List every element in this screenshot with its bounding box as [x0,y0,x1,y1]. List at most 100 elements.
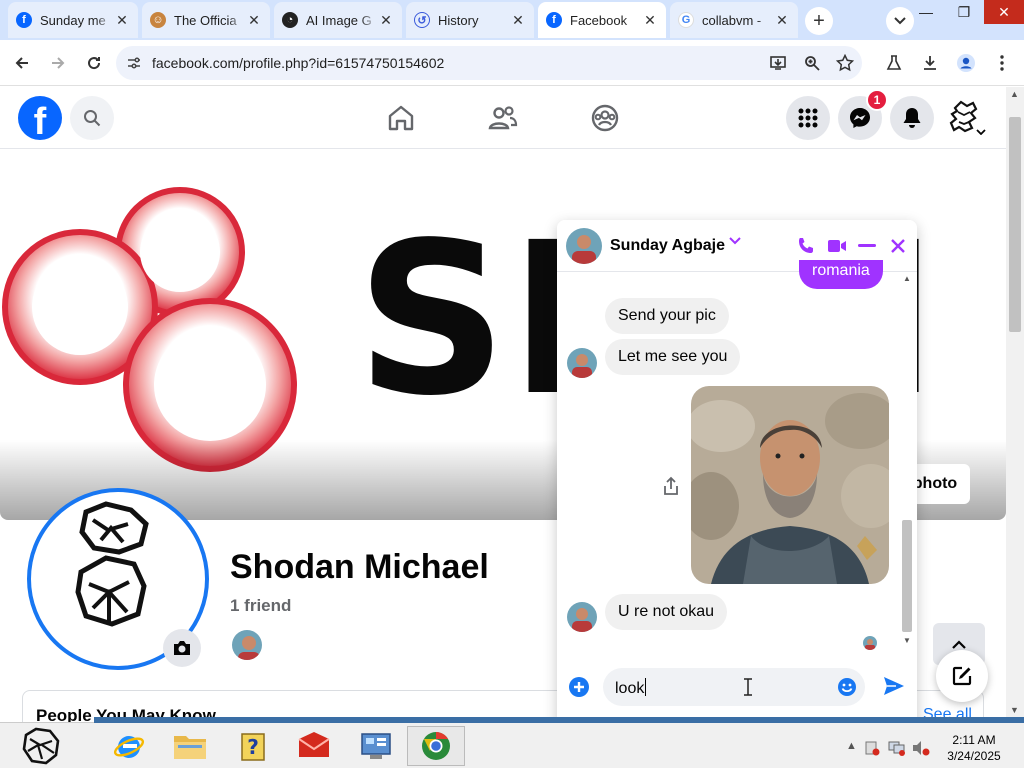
chat-contact-avatar[interactable] [566,228,602,264]
browser-menu-icon[interactable] [990,51,1014,75]
new-message-button[interactable] [936,650,988,702]
svg-text:?: ? [247,735,259,759]
tray-network-icon[interactable] [888,740,906,759]
cat-icon: ☺ [150,12,166,28]
zoom-icon[interactable] [804,55,820,71]
account-avatar-button[interactable] [943,96,987,140]
cover-logo-rings [2,187,297,472]
chat-contact-name[interactable]: Sunday Agbaje [610,237,725,255]
close-icon[interactable]: ✕ [642,12,658,29]
ai-image-icon: ◔ [282,12,298,28]
close-icon[interactable]: ✕ [246,12,262,29]
browser-tab-strip: f Sunday me ✕ ☺ The Officia ✕ ◔ AI Image… [0,0,1024,40]
scroll-down-arrow-icon[interactable]: ▼ [1010,705,1019,715]
scrollbar-thumb[interactable] [1009,117,1021,332]
browser-tab[interactable]: ◔ AI Image G ✕ [274,2,402,38]
clock-time: 2:11 AM [952,733,996,747]
new-tab-button[interactable]: + [805,7,833,35]
friends-count[interactable]: 1 friend [230,596,291,616]
notifications-button[interactable] [890,96,934,140]
system-clock[interactable]: 2:11 AM 3/24/2025 [942,732,1006,764]
browser-tab[interactable]: ↺ History ✕ [406,2,534,38]
tab-title: collabvm - [702,12,762,28]
new-tab-label: + [813,9,825,32]
send-icon[interactable] [883,676,905,696]
chat-composer: look [557,660,917,725]
tab-title: Facebook [570,12,628,28]
taskbar-chrome-active[interactable] [407,726,465,766]
taskbar-red-app[interactable] [285,726,343,766]
close-icon[interactable]: ✕ [774,12,790,29]
update-profile-picture-button[interactable] [163,629,201,667]
control-panel-icon [361,733,391,759]
facebook-icon: f [546,12,562,28]
reload-icon[interactable] [82,51,106,75]
messenger-unread-badge: 1 [866,89,888,111]
portrait-photo [691,386,889,584]
close-window-button[interactable]: ✕ [984,0,1024,24]
text-caret [645,678,647,696]
chevron-down-icon[interactable] [729,237,741,245]
close-icon[interactable]: ✕ [114,12,130,29]
voice-call-button[interactable] [794,234,818,258]
bookmark-star-icon[interactable] [836,54,854,72]
emoji-icon[interactable] [837,677,857,697]
chat-image-attachment[interactable] [691,386,889,584]
back-icon[interactable] [10,51,34,75]
friends-icon[interactable] [487,102,519,134]
site-info-icon[interactable] [126,55,142,71]
taskbar-control-panel[interactable] [347,726,405,766]
tray-security-icon[interactable] [864,740,880,759]
scroll-up-arrow-icon[interactable]: ▲ [903,274,911,283]
home-icon[interactable] [385,102,417,134]
page-scrollbar[interactable]: ▲ ▼ [1006,87,1024,720]
groups-icon[interactable] [589,102,621,134]
download-icon[interactable] [918,51,942,75]
plus-circle-icon[interactable] [568,676,590,698]
taskbar-internet-explorer[interactable] [100,726,158,766]
close-icon [891,239,905,253]
tab-title: Sunday me [40,12,106,28]
taskbar-file-explorer[interactable] [161,726,219,766]
tray-volume-icon[interactable] [912,740,930,759]
history-icon: ↺ [414,12,430,28]
chat-scrollbar[interactable]: ▲ ▼ [900,272,914,650]
video-call-button[interactable] [825,234,849,258]
close-icon[interactable]: ✕ [510,12,526,29]
chat-scrollbar-thumb[interactable] [902,520,912,632]
bell-icon [903,108,921,128]
facebook-search-button[interactable] [70,96,114,140]
menu-grid-button[interactable] [786,96,830,140]
profile-account-icon[interactable] [954,51,978,75]
browser-tab[interactable]: G collabvm - ✕ [670,2,798,38]
minimize-icon [858,244,876,247]
tab-title: History [438,12,479,28]
browser-tab-active[interactable]: f Facebook ✕ [538,2,666,38]
browser-tab[interactable]: f Sunday me ✕ [8,2,138,38]
message-input[interactable]: look [603,668,865,706]
taskbar-help-app[interactable]: ? [224,726,282,766]
start-button[interactable] [18,725,66,767]
close-chat-button[interactable] [886,234,910,258]
browser-tab[interactable]: ☺ The Officia ✕ [142,2,270,38]
phone-icon [799,238,813,253]
chevron-down-icon [976,129,986,135]
facebook-icon: f [16,12,32,28]
grid-menu-icon [798,108,818,128]
minimize-chat-button[interactable] [855,234,879,258]
scroll-down-arrow-icon[interactable]: ▼ [903,636,911,645]
tray-expand-icon[interactable]: ▲ [846,740,857,752]
facebook-logo-icon[interactable]: f [18,96,62,140]
share-icon[interactable] [661,476,681,496]
install-app-icon[interactable] [770,55,788,71]
friend-avatar[interactable] [230,628,264,662]
address-bar[interactable]: facebook.com/profile.php?id=615747501546… [116,46,862,80]
forward-icon[interactable] [46,51,70,75]
minimize-window-button[interactable]: — [906,0,946,24]
message-input-text: look [615,680,645,697]
close-icon[interactable]: ✕ [378,12,394,29]
restore-window-button[interactable]: ❐ [944,0,984,24]
browser-globe-icon [422,732,450,760]
labs-flask-icon[interactable] [882,51,906,75]
scroll-up-arrow-icon[interactable]: ▲ [1010,89,1019,99]
